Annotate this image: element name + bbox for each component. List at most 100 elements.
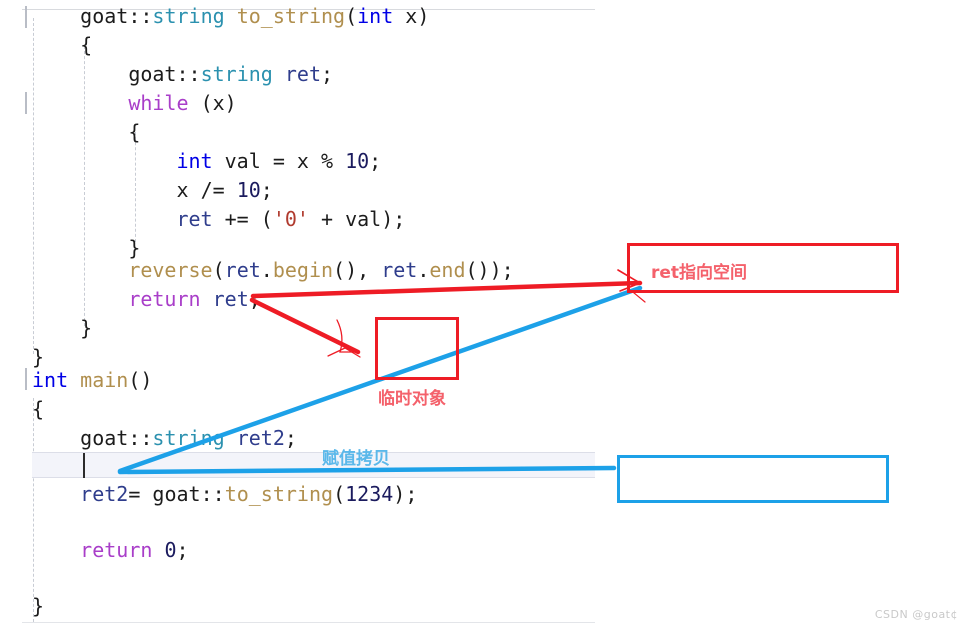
code-editor[interactable]: goat::string to_string(int x){goat::stri…: [0, 0, 966, 627]
code-token: ): [417, 4, 430, 28]
code-token: ());: [465, 258, 514, 282]
code-line[interactable]: goat::string ret2;: [80, 424, 297, 453]
code-line[interactable]: {: [80, 31, 92, 60]
code-token: (),: [333, 258, 382, 282]
code-token: 10: [236, 178, 261, 202]
code-token: '0': [272, 207, 309, 231]
code-token: to_string: [236, 4, 346, 28]
screenshot-root: goat::string to_string(int x){goat::stri…: [0, 0, 966, 627]
code-token: int: [176, 149, 213, 173]
code-token: goat: [140, 482, 201, 506]
code-token: ret2: [80, 482, 129, 506]
code-line[interactable]: ret += ('0' + val);: [176, 205, 405, 234]
code-line[interactable]: }: [80, 314, 92, 343]
assign-copy-label: 赋值拷贝: [322, 449, 390, 469]
code-token: ::: [176, 62, 201, 86]
code-line[interactable]: int main(): [32, 366, 152, 395]
code-token: ;: [284, 426, 297, 450]
text-caret: [83, 453, 85, 478]
code-line[interactable]: ret2= goat::to_string(1234);: [80, 480, 417, 509]
code-token: return: [128, 287, 201, 311]
code-token: ::: [128, 4, 153, 28]
csdn-watermark: CSDN @goat¢: [874, 608, 958, 621]
code-token: {: [80, 33, 93, 57]
code-token: string: [152, 426, 225, 450]
code-token: val: [212, 149, 273, 173]
code-token: string: [200, 62, 273, 86]
code-token: x: [393, 4, 418, 28]
code-token: ret2: [236, 426, 285, 450]
code-token: ::: [200, 482, 225, 506]
code-token: int: [32, 368, 69, 392]
code-token: ret: [224, 258, 261, 282]
code-line[interactable]: {: [128, 118, 140, 147]
code-token: x: [176, 178, 201, 202]
code-line[interactable]: x /= 10;: [176, 176, 272, 205]
code-token: +: [321, 207, 334, 231]
code-token: ::: [128, 426, 153, 450]
indent-guide: [33, 398, 34, 622]
code-token: .: [417, 258, 430, 282]
code-token: %: [320, 149, 334, 173]
code-token: ret: [381, 258, 418, 282]
code-token: ret: [284, 62, 321, 86]
temp-object-box: [375, 317, 459, 380]
code-token: goat: [80, 426, 129, 450]
code-line[interactable]: goat::string ret;: [128, 60, 333, 89]
code-token: }: [32, 594, 45, 618]
code-token: );: [393, 482, 418, 506]
code-token: ;: [176, 538, 189, 562]
code-token: (): [128, 368, 153, 392]
gutter-change-mark: [25, 6, 27, 28]
code-line[interactable]: while (x): [128, 89, 236, 118]
code-token: x: [212, 91, 225, 115]
code-token: (: [333, 482, 346, 506]
code-token: ;: [321, 62, 334, 86]
code-line[interactable]: goat::string to_string(int x): [80, 2, 429, 31]
code-token: {: [128, 120, 141, 144]
code-token: goat: [80, 4, 129, 28]
current-line-highlight: [32, 452, 595, 478]
editor-bottom-divider: [22, 622, 595, 623]
gutter-change-mark: [25, 368, 27, 390]
code-token: while: [128, 91, 189, 115]
code-token: val: [333, 207, 382, 231]
code-token: ;: [369, 149, 382, 173]
code-line[interactable]: return ret;: [128, 285, 260, 314]
code-token: =: [128, 482, 141, 506]
code-line[interactable]: return 0;: [80, 536, 188, 565]
code-token: (: [248, 207, 273, 231]
code-token: (: [212, 258, 225, 282]
code-line[interactable]: int val = x % 10;: [176, 147, 381, 176]
code-token: 0: [164, 538, 177, 562]
code-line[interactable]: reverse(ret.begin(), ret.end());: [128, 256, 513, 285]
code-token: ret: [212, 287, 249, 311]
code-token: /=: [200, 178, 225, 202]
indent-guide: [33, 18, 34, 354]
code-token: to_string: [224, 482, 334, 506]
code-token: end: [429, 258, 466, 282]
code-token: ): [224, 91, 237, 115]
code-token: begin: [272, 258, 334, 282]
code-token: ;: [248, 287, 261, 311]
code-token: int: [357, 4, 394, 28]
code-token: ;: [260, 178, 273, 202]
code-token: ret: [176, 207, 213, 231]
code-token: (: [345, 4, 358, 28]
code-token: string: [152, 4, 225, 28]
code-token: }: [80, 316, 93, 340]
indent-guide: [135, 132, 136, 242]
code-line[interactable]: {: [32, 395, 44, 424]
code-token: goat: [128, 62, 177, 86]
code-line[interactable]: }: [32, 592, 44, 621]
